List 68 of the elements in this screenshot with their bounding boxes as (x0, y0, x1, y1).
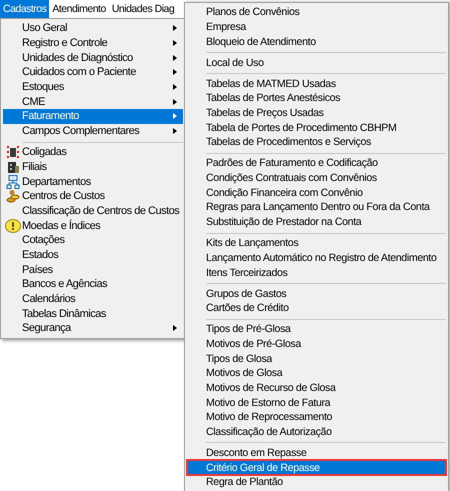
building-icon (6, 160, 20, 174)
menu-item[interactable]: Segurança (3, 321, 183, 336)
menu-item[interactable]: Unidades de Diagnóstico (3, 50, 183, 66)
menu-item[interactable]: Tabelas de Portes Anestésicos (187, 91, 446, 106)
menu-item[interactable]: Tabelas de Preços Usadas (187, 106, 446, 120)
menu-item[interactable]: Empresa (187, 20, 446, 34)
menu-item[interactable]: Itens Terceirizados (187, 265, 446, 280)
menu-item[interactable]: Estoques (3, 80, 183, 94)
menu-item[interactable]: Classificação de Autorização (187, 424, 446, 440)
menu-item[interactable]: Tabelas Dinâmicas (3, 306, 183, 322)
menu-item[interactable]: Tabela de Portes de Procedimento CBHPM (187, 120, 446, 136)
menu-bar-item[interactable]: Cadastros (0, 0, 50, 18)
menu-item[interactable]: Grupos de Gastos (187, 286, 446, 301)
menu-item[interactable]: Regra de Plantão (187, 475, 446, 490)
menu-item[interactable]: Uso Geral (3, 21, 183, 36)
submenu-arrow-icon (173, 69, 177, 76)
menu-item[interactable]: Centros de Custos (3, 188, 183, 204)
menu-item[interactable]: Tipos de Pré-Glosa (187, 322, 446, 337)
menu-item[interactable]: Estados (3, 248, 183, 262)
menu-item[interactable]: Tabelas de Procedimentos e Serviços (187, 135, 446, 150)
menu-item[interactable]: Desconto em Repasse (187, 446, 446, 460)
menu-item[interactable]: Cuidados com o Paciente (3, 65, 183, 80)
menu-item[interactable]: Tabelas de MATMED Usadas (187, 76, 446, 92)
submenu-arrow-icon (173, 40, 177, 46)
menu-item[interactable]: Motivos de Recurso de Glosa (187, 380, 446, 396)
menu-item[interactable]: Países (3, 262, 183, 277)
menu-item[interactable]: Planos de Convênios (187, 5, 446, 20)
submenu-arrow-icon (173, 84, 177, 90)
submenu-arrow-icon (173, 128, 177, 134)
menu-item[interactable]: Registro e Controle (3, 36, 183, 50)
menu-item[interactable]: Coligadas (3, 144, 183, 160)
menu-item[interactable]: Tipos de Glosa (187, 351, 446, 366)
menu-item[interactable]: Regras para Lançamento Dentro ou Fora da Conta (187, 200, 446, 215)
menu-item[interactable]: Motivo de Reprocessamento (187, 410, 446, 425)
menu-item[interactable]: Bloqueio de Atendimento (187, 34, 446, 50)
menu-item[interactable]: Faturamento (3, 109, 183, 124)
submenu-arrow-icon (173, 54, 177, 61)
menu-item[interactable]: Bancos e Agências (3, 276, 183, 292)
menu-item[interactable]: Kits de Lançamentos (187, 236, 446, 250)
menu-item[interactable]: Motivos de Pré-Glosa (187, 336, 446, 352)
menu-item[interactable]: Departamentos (3, 174, 183, 189)
menu-item[interactable]: Filiais (3, 159, 183, 174)
menu-item[interactable]: Critério Geral de Repasse (187, 460, 446, 476)
menu-item[interactable]: Motivo de Estorno de Fatura (187, 395, 446, 410)
submenu-arrow-icon (173, 113, 177, 120)
menu-item[interactable]: Cartões de Crédito (187, 300, 446, 316)
coin-icon (4, 218, 20, 233)
submenu-arrow-icon (173, 325, 177, 332)
submenu-arrow-icon (173, 25, 177, 32)
menu-bar-item[interactable]: Atendimento (49, 0, 109, 18)
menu-item[interactable]: Lançamento Automático no Registro de Atendimento (187, 250, 446, 266)
network-icon (6, 174, 20, 189)
menu-item[interactable]: Substituição de Prestador na Conta (187, 214, 446, 230)
menu-item[interactable]: Moedas e Índices (3, 218, 183, 233)
menu-item[interactable]: Campos Complementares (3, 124, 183, 138)
menu-item[interactable]: Cotações (3, 232, 183, 248)
menu-item[interactable]: Condições Contratuais com Convênios (187, 170, 446, 186)
menu-bar-item[interactable]: Unidades Diag (108, 0, 178, 18)
menu-item[interactable]: Classificação de Centros de Custos (3, 204, 183, 218)
frame-icon (6, 145, 20, 160)
menu-item[interactable]: Calendários (3, 292, 183, 306)
menu-item[interactable]: Local de Uso (187, 55, 446, 70)
menu-item[interactable]: Motivos de Glosa (187, 366, 446, 381)
menu-item[interactable]: Padrões de Faturamento e Codificação (187, 156, 446, 171)
menu-item[interactable]: Condição Financeira com Convênio (187, 185, 446, 200)
coins-icon (6, 189, 20, 204)
submenu-arrow-icon (173, 98, 177, 105)
menu-item[interactable]: CME (3, 94, 183, 110)
